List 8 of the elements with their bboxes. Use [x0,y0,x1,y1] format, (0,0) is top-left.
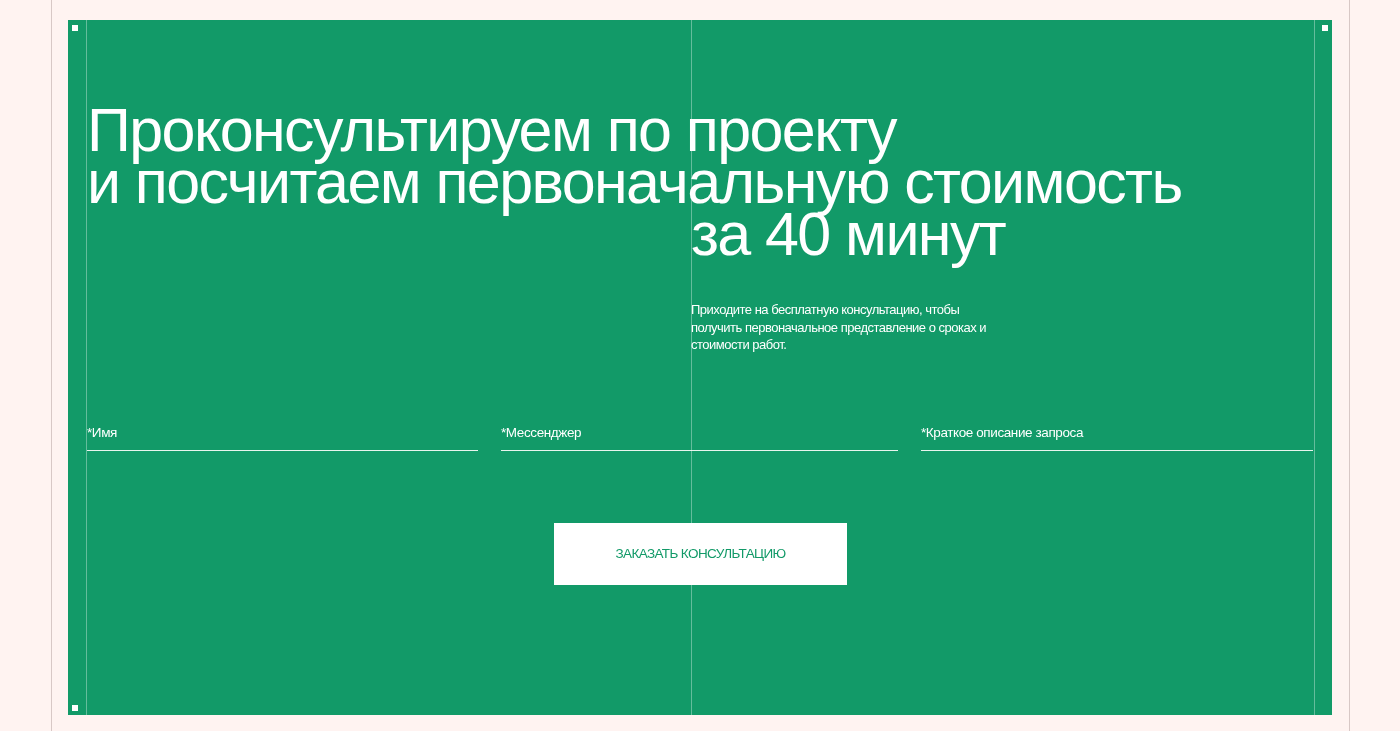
input-field[interactable]: *Имя [87,423,478,451]
resize-handle[interactable] [72,25,78,31]
resize-handle[interactable] [72,705,78,711]
resize-handle[interactable] [1322,25,1328,31]
input-field[interactable]: *Краткое описание запроса [921,423,1313,451]
input-field[interactable]: *Мессенджер [501,423,898,451]
order-consultation-button[interactable]: ЗАКАЗАТЬ КОНСУЛЬТАЦИЮ [554,522,847,585]
description-text: Приходите на бесплатную консультацию, чтобы получить первоначальное представление о сроках и стоимости работ. [691,301,988,354]
